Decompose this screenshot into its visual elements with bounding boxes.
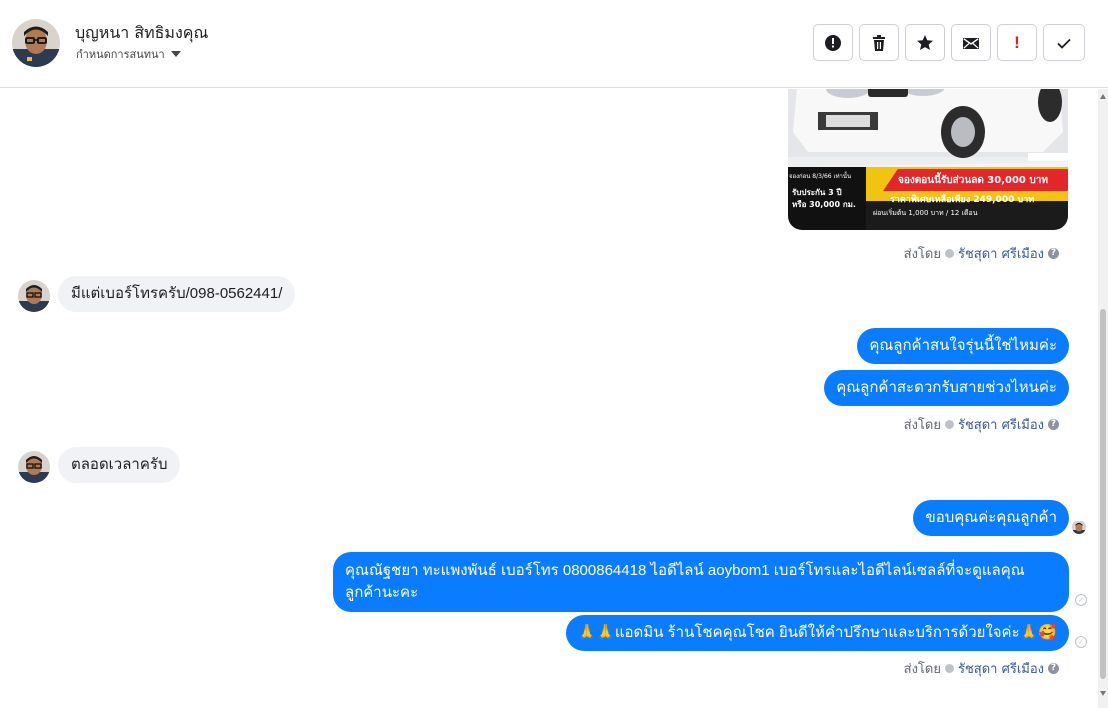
contact-name[interactable]: บุญหนา สิทธิมงคุณ (75, 21, 208, 46)
help-icon[interactable]: ? (1048, 663, 1059, 674)
agent-link[interactable]: รัชสุดา ศรีเมือง (958, 243, 1044, 264)
scroll-up-arrow-icon[interactable] (1100, 94, 1106, 99)
conversation-assign-dropdown[interactable]: กำหนดการสนทนา (76, 45, 181, 63)
follow-up-button[interactable]: ! (997, 24, 1037, 61)
assign-label: กำหนดการสนทนา (76, 48, 165, 61)
seen-avatar (1072, 520, 1086, 534)
check-icon (1057, 38, 1071, 49)
star-icon (917, 34, 933, 50)
sent-by-label: ส่งโดย รัชสุดา ศรีเมือง ? (904, 243, 1059, 264)
caret-down-icon (170, 51, 181, 57)
outgoing-message[interactable]: คุณลูกค้าสะดวกรับสายช่วงไหนค่ะ (824, 370, 1069, 406)
delete-button[interactable] (859, 24, 899, 61)
agent-status-icon (944, 249, 954, 258)
agent-status-icon (944, 664, 954, 673)
scrollbar[interactable] (1098, 89, 1108, 708)
sent-by-label: ส่งโดย รัชสุดา ศรีเมือง ? (904, 658, 1059, 679)
exclamation-icon: ! (1014, 32, 1020, 52)
star-button[interactable] (905, 24, 945, 61)
sent-by-prefix: ส่งโดย (903, 418, 941, 433)
promo-installment: ผ่อนเริ่มต้น 1,000 บาท / 12 เดือน (873, 209, 978, 217)
trash-icon (873, 34, 885, 51)
delivered-check-icon: ✓ (1075, 636, 1087, 648)
avatar[interactable] (18, 451, 50, 483)
help-icon[interactable]: ? (1048, 248, 1059, 259)
promo-discount: จองตอนนี้รับส่วนลด 30,000 บาท (898, 175, 1048, 186)
mark-spam-button[interactable] (813, 24, 853, 61)
outgoing-message[interactable]: ขอบคุณค่ะคุณลูกค้า (913, 500, 1069, 536)
header-actions: ! (813, 24, 1085, 61)
conversation-header: บุญหนา สิทธิมงคุณ กำหนดการสนทนา ! (0, 0, 1108, 88)
incoming-message[interactable]: มีแต่เบอร์โทรครับ/098-0562441/ (58, 276, 296, 312)
delivered-check-icon: ✓ (1075, 594, 1087, 606)
car-promo-image[interactable]: จองก่อน 8/3/66 เท่านั้น จองตอนนี้รับส่วน… (788, 89, 1068, 230)
agent-status-icon (944, 420, 954, 429)
avatar[interactable] (12, 19, 60, 67)
sent-by-label: ส่งโดย รัชสุดา ศรีเมือง ? (904, 414, 1059, 435)
outgoing-message[interactable]: คุณลูกค้าสนใจรุ่นนี้ใช่ไหมค่ะ (857, 328, 1069, 364)
agent-link[interactable]: รัชสุดา ศรีเมือง (958, 414, 1044, 435)
alert-circle-icon (825, 34, 841, 51)
message-list[interactable]: จองก่อน 8/3/66 เท่านั้น จองตอนนี้รับส่วน… (0, 89, 1098, 708)
mark-unread-button[interactable] (951, 24, 991, 61)
promo-price: ราคาพิเศษเหลือเพียง 249,000 บาท (890, 195, 1035, 205)
sent-by-prefix: ส่งโดย (903, 662, 941, 677)
outgoing-message[interactable]: 🙏🙏แอดมิน ร้านโชคคุณโชค ยินดีให้คำปรึกษาแ… (565, 615, 1069, 651)
promo-date: จองก่อน 8/3/66 เท่านั้น (789, 173, 852, 180)
agent-link[interactable]: รัชสุดา ศรีเมือง (958, 658, 1044, 679)
scroll-down-arrow-icon[interactable] (1100, 691, 1106, 696)
scrollbar-thumb[interactable] (1100, 309, 1106, 679)
avatar[interactable] (18, 280, 50, 312)
envelope-icon (963, 37, 979, 49)
help-icon[interactable]: ? (1048, 419, 1059, 430)
outgoing-message[interactable]: คุณณัฐชยา ทะแพงพันธ์ เบอร์โทร 0800864418… (333, 552, 1069, 612)
mark-done-button[interactable] (1043, 24, 1085, 61)
sent-by-prefix: ส่งโดย (903, 247, 941, 262)
incoming-message[interactable]: ตลอดเวลาครับ (58, 447, 181, 483)
promo-km: หรือ 30,000 กม. (792, 200, 856, 209)
